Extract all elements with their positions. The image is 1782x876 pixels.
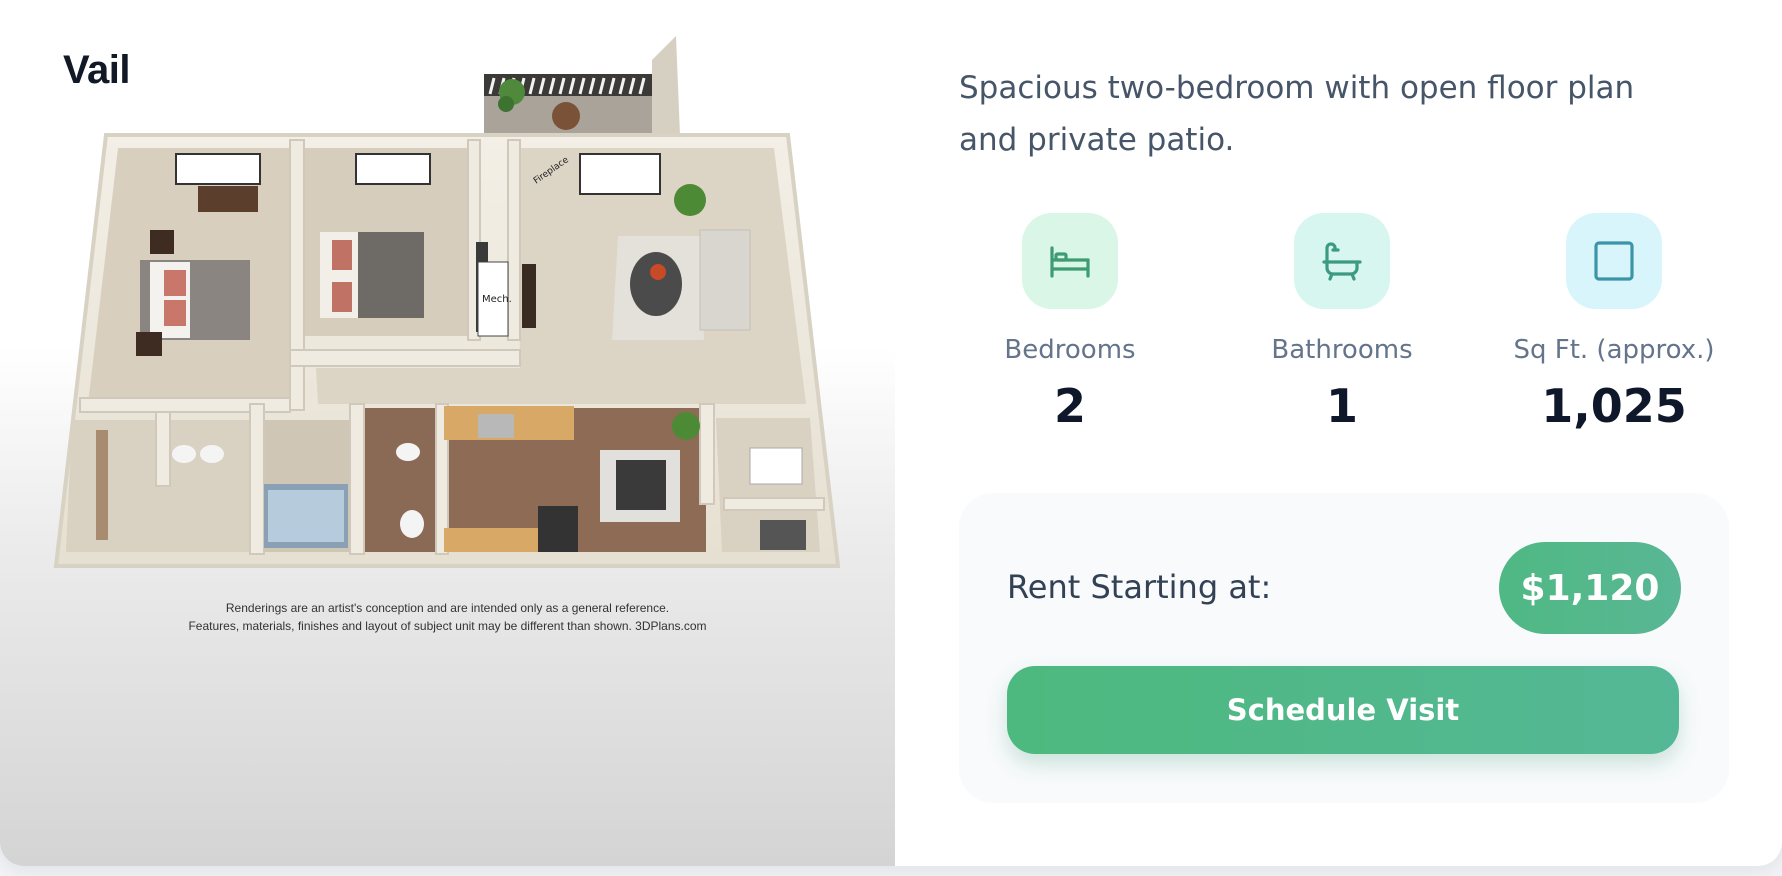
- stat-bathrooms: Bathrooms 1: [1222, 213, 1462, 433]
- floor-plan-card: Mech. Fireplace Vail Renderings are an a…: [0, 0, 1782, 866]
- stat-label-bathrooms: Bathrooms: [1271, 335, 1413, 365]
- rendering-disclaimer: Renderings are an artist's conception an…: [0, 599, 895, 635]
- stat-bedrooms: Bedrooms 2: [950, 213, 1190, 433]
- plan-details-panel: Spacious two-bedroom with open floor pla…: [895, 0, 1782, 866]
- stat-label-square-feet: Sq Ft. (approx.): [1513, 335, 1715, 365]
- price-badge: $1,120: [1499, 542, 1681, 634]
- rent-label: Rent Starting at:: [1007, 568, 1272, 606]
- floor-plan-image-panel: Mech. Fireplace Vail Renderings are an a…: [0, 0, 895, 866]
- mech-label: Mech.: [482, 294, 512, 305]
- pricing-box: Rent Starting at: $1,120 Schedule Visit: [959, 493, 1729, 803]
- bathtub-icon: [1294, 213, 1390, 309]
- stat-square-feet: Sq Ft. (approx.) 1,025: [1494, 213, 1734, 433]
- schedule-visit-button[interactable]: Schedule Visit: [1007, 666, 1679, 754]
- plan-description: Spacious two-bedroom with open floor pla…: [959, 70, 1635, 158]
- stat-value-bedrooms: 2: [1053, 379, 1086, 433]
- stat-label-bedrooms: Bedrooms: [1004, 335, 1136, 365]
- plan-name: Vail: [63, 48, 130, 92]
- bedroom-two-furniture: [320, 232, 424, 318]
- square-icon: [1566, 213, 1662, 309]
- disclaimer-line-1: Renderings are an artist's conception an…: [225, 601, 670, 615]
- balcony: [484, 36, 680, 135]
- bed-icon: [1022, 213, 1118, 309]
- stat-value-bathrooms: 1: [1325, 379, 1358, 433]
- disclaimer-line-2: Features, materials, finishes and layout…: [188, 619, 707, 633]
- floor-plan-rendering: Mech. Fireplace: [53, 36, 841, 568]
- stat-value-square-feet: 1,025: [1541, 379, 1687, 433]
